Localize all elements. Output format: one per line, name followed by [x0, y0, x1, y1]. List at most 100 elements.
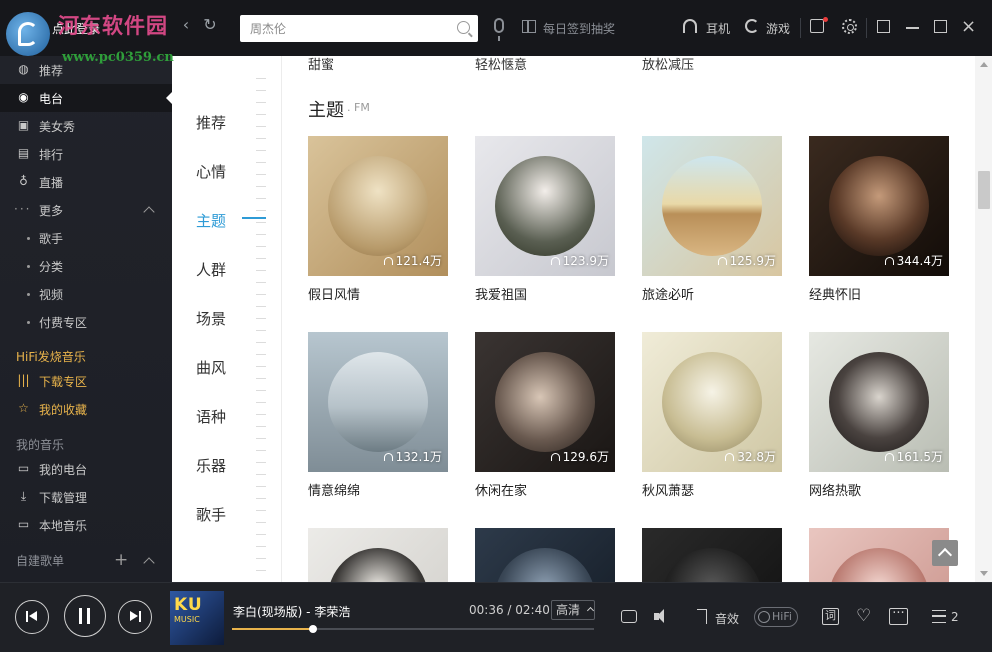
pause-button[interactable]	[64, 595, 106, 637]
card-title[interactable]: 秋风萧瑟	[642, 480, 694, 499]
radio-card-partial[interactable]	[308, 528, 448, 582]
radio-card-partial[interactable]	[642, 528, 782, 582]
listen-count: 32.8万	[725, 448, 776, 465]
volume-icon[interactable]	[654, 609, 672, 624]
card-title[interactable]: 网络热歌	[809, 480, 861, 499]
card-title[interactable]: 假日风情	[308, 284, 360, 303]
scroll-up-icon[interactable]	[980, 62, 988, 67]
radio-card-affection[interactable]: 132.1万	[308, 332, 448, 472]
progress-slider[interactable]	[232, 625, 594, 633]
card-title[interactable]: 旅途必听	[642, 284, 694, 303]
quality-dropdown[interactable]: 高清	[551, 600, 595, 620]
sidebar-item-video[interactable]: 视频	[0, 280, 172, 308]
daily-signin-link[interactable]: 每日签到抽奖	[543, 20, 615, 37]
sidebar-item-local-music[interactable]: ▭ 本地音乐	[0, 511, 172, 539]
radio-card-motherland[interactable]: 123.9万	[475, 136, 615, 276]
card-cover	[328, 548, 428, 582]
music-note-icon[interactable]	[697, 609, 707, 624]
radio-card-holiday[interactable]: 121.4万	[308, 136, 448, 276]
sidebar-item-category[interactable]: 分类	[0, 252, 172, 280]
radio-card-classic[interactable]: 344.4万	[809, 136, 949, 276]
game-link[interactable]: 游戏	[766, 20, 790, 37]
sidebar-item-radio[interactable]: ◉ 电台	[0, 84, 172, 112]
search-icon[interactable]	[457, 21, 470, 34]
gift-icon[interactable]	[522, 20, 536, 33]
card-title[interactable]: 我爱祖国	[475, 284, 527, 303]
card-title[interactable]: 情意绵绵	[308, 480, 360, 499]
scrollbar[interactable]	[975, 56, 992, 582]
headphone-icon[interactable]	[683, 19, 697, 33]
lyrics-icon[interactable]: 词	[822, 608, 839, 625]
radio-icon: ◉	[18, 90, 29, 104]
back-to-top-button[interactable]	[932, 540, 958, 566]
card-title[interactable]: 经典怀旧	[809, 284, 861, 303]
add-playlist-icon[interactable]: +	[114, 552, 128, 569]
category-theme[interactable]: 主题	[196, 210, 226, 231]
sidebar-item-singer[interactable]: 歌手	[0, 224, 172, 252]
radio-card-partial[interactable]	[809, 528, 949, 582]
category-language[interactable]: 语种	[196, 406, 226, 427]
sidebar-item-my-radio[interactable]: ▭ 我的电台	[0, 455, 172, 483]
category-scene[interactable]: 场景	[196, 308, 226, 329]
voice-search-icon[interactable]	[494, 18, 504, 41]
listen-count: 161.5万	[884, 448, 943, 465]
radio-card-leisure[interactable]: 129.6万	[475, 332, 615, 472]
progress-handle[interactable]	[309, 625, 318, 633]
loop-icon[interactable]	[621, 610, 637, 623]
headphone-icon	[725, 453, 735, 461]
sound-effect-button[interactable]: 音效	[715, 610, 739, 627]
close-icon[interactable]: ×	[961, 18, 976, 36]
radio-card-hot-songs[interactable]: 161.5万	[809, 332, 949, 472]
playlist-icon[interactable]	[932, 610, 946, 623]
sidebar-item-my-favorites[interactable]: ☆ 我的收藏	[0, 395, 172, 423]
search-input[interactable]	[250, 19, 450, 38]
kuwo-logo-icon[interactable]	[6, 12, 50, 56]
heart-icon[interactable]: ♡	[856, 608, 871, 625]
sidebar-item-download-manager[interactable]: ⤓ 下载管理	[0, 483, 172, 511]
category-genre[interactable]: 曲风	[196, 357, 226, 378]
refresh-icon[interactable]: ↻	[202, 16, 218, 34]
category-recommend[interactable]: 推荐	[196, 112, 226, 133]
chevron-up-icon[interactable]	[143, 206, 155, 218]
search-box[interactable]	[240, 15, 478, 42]
divider	[866, 18, 867, 38]
gear-icon[interactable]	[842, 19, 857, 34]
mini-mode-icon[interactable]	[877, 20, 890, 33]
bullet-icon	[27, 321, 30, 324]
category-mood[interactable]: 心情	[196, 161, 226, 182]
category-instrument[interactable]: 乐器	[196, 455, 226, 476]
chevron-up-icon[interactable]	[143, 557, 155, 569]
sidebar-item-more[interactable]: ··· 更多	[0, 196, 172, 224]
now-playing-title[interactable]: 李白(现场版) - 李荣浩	[233, 603, 350, 620]
previous-track-button[interactable]	[15, 600, 49, 634]
radio-card-journey[interactable]: 125.9万	[642, 136, 782, 276]
radio-card-autumn[interactable]: 32.8万	[642, 332, 782, 472]
hifi-toggle[interactable]: HiFi	[754, 607, 798, 627]
earphone-link[interactable]: 耳机	[706, 20, 730, 37]
next-track-button[interactable]	[118, 600, 152, 634]
radio-card-partial[interactable]	[475, 528, 615, 582]
album-art[interactable]: KU MUSIC	[170, 591, 224, 645]
scrollbar-thumb[interactable]	[978, 171, 990, 209]
sidebar-item-paid-zone[interactable]: 付费专区	[0, 308, 172, 336]
listen-count: 121.4万	[383, 252, 442, 269]
chevron-left-icon[interactable]: ‹	[178, 16, 194, 34]
sidebar-item-label: 视频	[39, 288, 64, 302]
maximize-icon[interactable]	[934, 20, 947, 33]
scroll-down-icon[interactable]	[980, 571, 988, 576]
sidebar-item-download-zone[interactable]: ||| 下载专区	[0, 367, 172, 395]
category-singer[interactable]: 歌手	[196, 504, 226, 525]
game-icon[interactable]	[745, 19, 759, 33]
card-title[interactable]: 甜蜜	[308, 56, 334, 73]
sidebar-item-beauty-show[interactable]: ▣ 美女秀	[0, 112, 172, 140]
minimize-icon[interactable]	[906, 27, 919, 29]
site-watermark: 河东软件园	[58, 13, 168, 38]
card-title[interactable]: 轻松惬意	[475, 56, 527, 73]
sidebar-item-ranking[interactable]: ▤ 排行	[0, 140, 172, 168]
card-title[interactable]: 放松减压	[642, 56, 694, 73]
card-title[interactable]: 休闲在家	[475, 480, 527, 499]
sidebar-item-live[interactable]: ♁ 直播	[0, 168, 172, 196]
more-options-icon[interactable]: ···	[889, 607, 908, 625]
category-crowd[interactable]: 人群	[196, 259, 226, 280]
skin-icon[interactable]	[810, 19, 824, 33]
